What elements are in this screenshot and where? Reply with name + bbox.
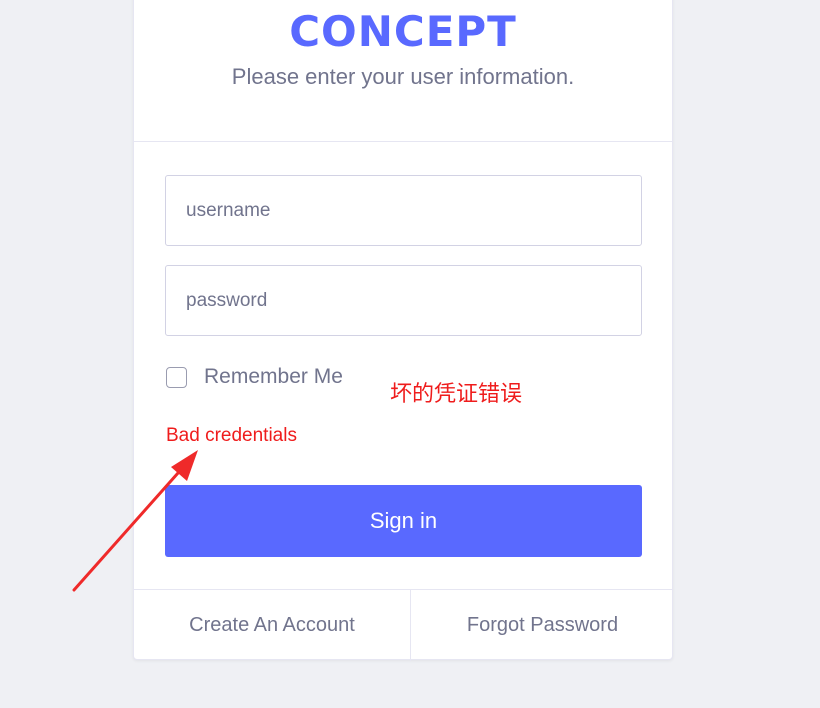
login-card: CONCEPT Please enter your user informati… — [133, 0, 674, 661]
sign-in-button[interactable]: Sign in — [165, 485, 642, 557]
remember-me-checkbox[interactable] — [166, 366, 187, 388]
brand-logo: CONCEPT — [289, 7, 517, 56]
password-input[interactable] — [165, 265, 642, 336]
remember-me-row[interactable]: Remember Me — [166, 365, 343, 389]
error-message: Bad credentials — [166, 425, 297, 446]
remember-me-label: Remember Me — [204, 365, 343, 388]
annotation-text: 坏的凭证错误 — [390, 382, 523, 407]
header-divider — [134, 141, 672, 142]
create-account-link[interactable]: Create An Account — [134, 589, 410, 661]
login-subtitle: Please enter your user information. — [231, 64, 575, 89]
forgot-password-link[interactable]: Forgot Password — [411, 589, 674, 661]
username-input[interactable] — [165, 175, 642, 246]
